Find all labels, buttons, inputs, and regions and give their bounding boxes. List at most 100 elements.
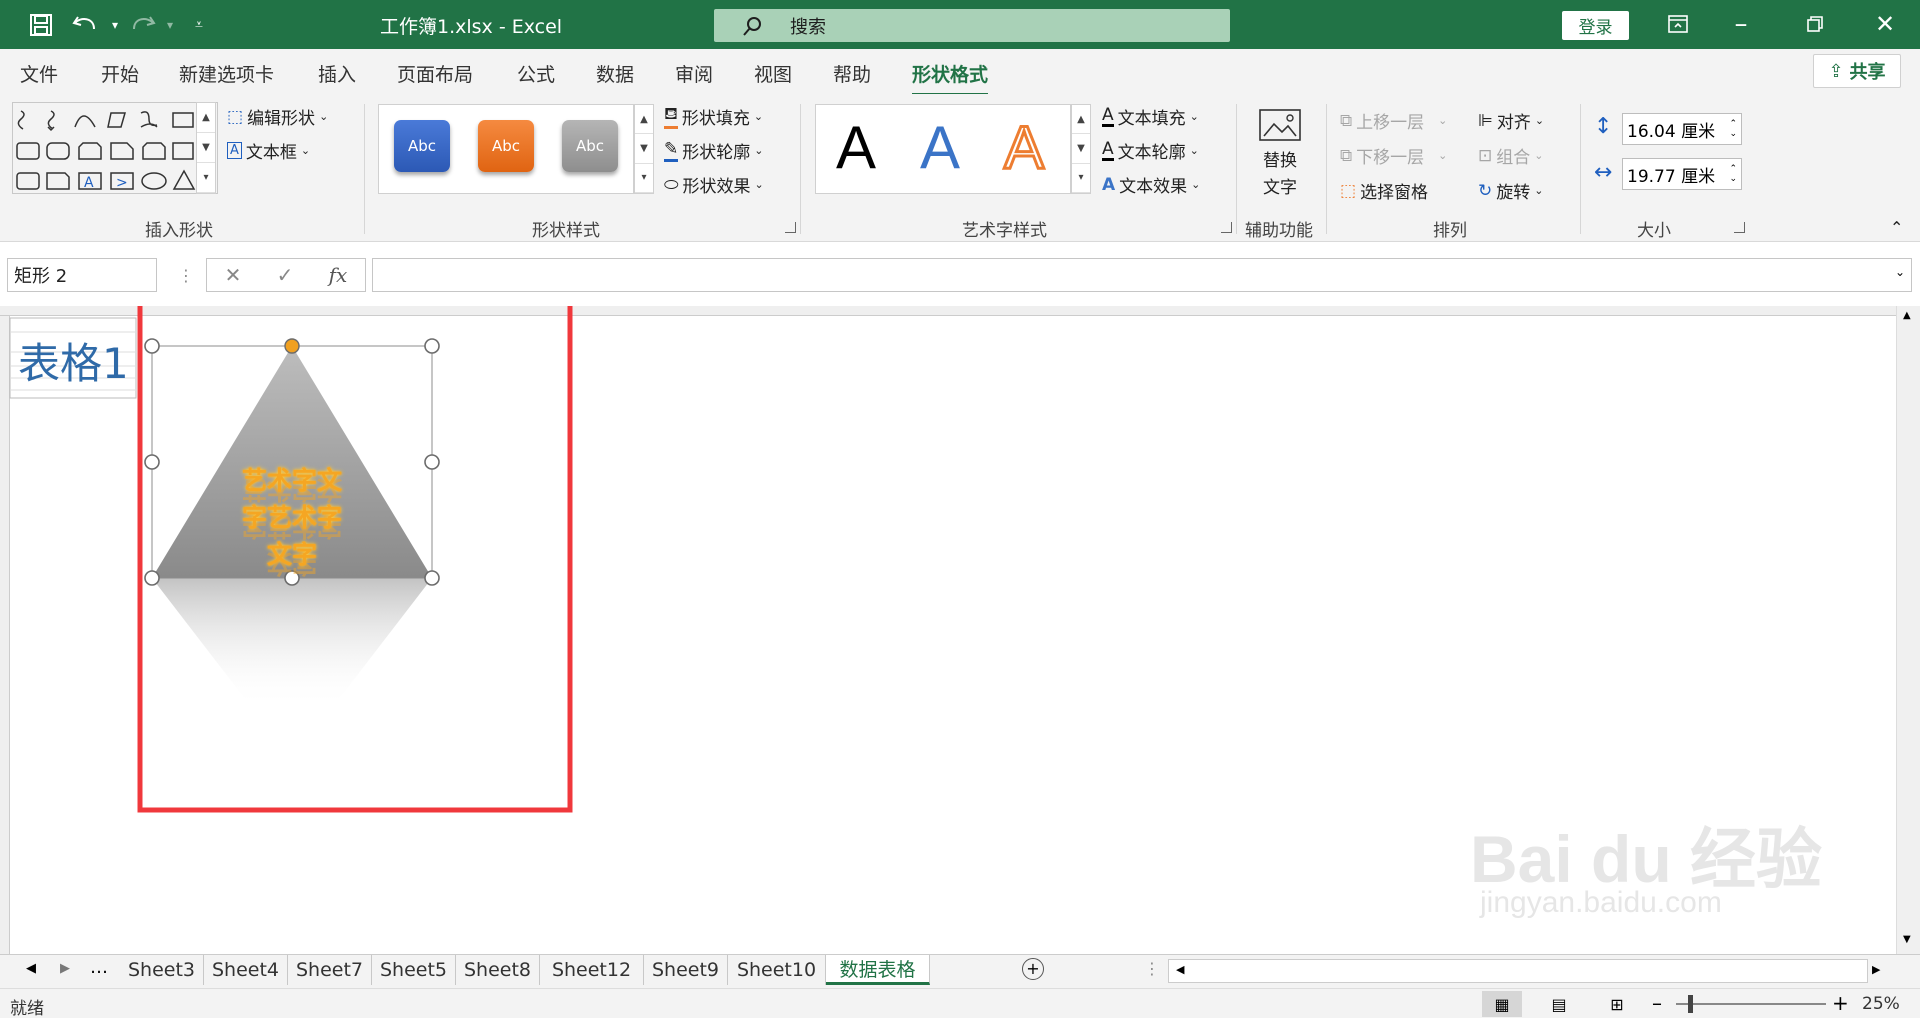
shape-styles-launcher-icon[interactable] <box>785 222 796 233</box>
sheet-tab-active[interactable]: 数据表格 <box>826 955 930 985</box>
sheet-tab[interactable]: Sheet10 <box>728 955 826 985</box>
zoom-level[interactable]: 25% <box>1862 994 1900 1014</box>
shape-effects-button[interactable]: ⬭ 形状效果 ⌄ <box>664 172 764 198</box>
chevron-up-icon[interactable]: ▲ <box>1072 105 1090 135</box>
add-sheet-icon[interactable]: + <box>1022 958 1044 980</box>
alt-text-button[interactable]: 替换 文字 <box>1258 108 1302 198</box>
resize-handle[interactable] <box>144 570 160 586</box>
scroll-up-icon[interactable]: ▲ <box>1903 310 1911 321</box>
share-button[interactable]: ⇪ 共享 <box>1813 54 1901 88</box>
minimize-icon[interactable]: – <box>1721 8 1761 40</box>
resize-handle[interactable] <box>424 570 440 586</box>
scroll-left-icon[interactable]: ◀ <box>1176 963 1184 976</box>
edit-shape-button[interactable]: ⬚ 编辑形状 ⌄ <box>227 104 328 130</box>
next-sheet-icon[interactable]: ▶ <box>60 961 70 976</box>
search-box[interactable]: 搜索 <box>714 9 1230 42</box>
shape-style-gray[interactable]: Abc <box>562 120 618 172</box>
wordart-style-blue[interactable]: A <box>920 118 960 178</box>
enter-icon[interactable]: ✓ <box>277 263 294 287</box>
more-icon[interactable]: ▾ <box>197 163 215 193</box>
tab-new[interactable]: 新建选项卡 <box>179 60 274 87</box>
restore-icon[interactable] <box>1795 8 1835 40</box>
chevron-up-icon[interactable]: ▲ <box>197 103 215 133</box>
prev-sheet-icon[interactable]: ◀ <box>26 961 36 976</box>
chevron-down-icon[interactable]: ▼ <box>635 134 653 164</box>
shape-style-orange[interactable]: Abc <box>478 120 534 172</box>
scroll-down-icon[interactable]: ▼ <box>1903 934 1911 945</box>
undo-icon[interactable] <box>70 10 100 40</box>
zoom-out-icon[interactable]: – <box>1652 991 1662 1015</box>
shape-styles-scroll[interactable]: ▲ ▼ ▾ <box>634 104 654 194</box>
shapes-gallery[interactable]: A > <box>12 102 218 194</box>
shape-style-blue[interactable]: Abc <box>394 120 450 172</box>
wordart-style-black[interactable]: A <box>836 118 876 178</box>
rotate-button[interactable]: ↻ 旋转 ⌄ <box>1478 178 1543 204</box>
textbox-button[interactable]: A 文本框 ⌄ <box>227 138 310 163</box>
tab-help[interactable]: 帮助 <box>833 60 871 87</box>
login-button[interactable]: 登录 <box>1562 11 1629 40</box>
collapse-ribbon-icon[interactable]: ⌃ <box>1890 218 1903 237</box>
tab-view[interactable]: 视图 <box>754 60 792 87</box>
normal-view-icon[interactable]: ▦ <box>1482 991 1522 1017</box>
sheet-tab[interactable]: Sheet8 <box>456 955 540 985</box>
more-sheets-icon[interactable]: … <box>90 957 108 978</box>
sheet-tab[interactable]: Sheet4 <box>204 955 288 985</box>
align-button[interactable]: ⊫ 对齐 ⌄ <box>1478 108 1544 134</box>
scroll-right-icon[interactable]: ▶ <box>1872 963 1880 976</box>
horizontal-scrollbar[interactable] <box>1168 959 1868 983</box>
resize-handle[interactable] <box>424 454 440 470</box>
chevron-down-icon[interactable]: ▼ <box>197 133 215 163</box>
resize-handle[interactable] <box>144 454 160 470</box>
selection-pane-button[interactable]: ⬚ 选择窗格 <box>1340 178 1428 204</box>
expand-formula-icon[interactable]: ⌄ <box>1895 265 1905 279</box>
resize-handle[interactable] <box>144 338 160 354</box>
shapes-gallery-scroll[interactable]: ▲ ▼ ▾ <box>196 102 216 194</box>
chevron-down-icon[interactable]: ▼ <box>1072 134 1090 164</box>
wordart-scroll[interactable]: ▲ ▼ ▾ <box>1071 104 1091 194</box>
worksheet[interactable]: 表格1 艺术字文 字艺术字 文字 文字 字艺术字 艺术字文 Bai du 经验 … <box>0 306 1896 954</box>
sheet-tab[interactable]: Sheet3 <box>120 955 204 985</box>
tab-file[interactable]: 文件 <box>20 60 58 87</box>
tab-shape-format[interactable]: 形状格式 <box>912 60 989 96</box>
text-fill-button[interactable]: A 文本填充 ⌄ <box>1102 104 1199 129</box>
more-icon[interactable]: ▾ <box>635 164 653 193</box>
tab-home[interactable]: 开始 <box>101 60 139 87</box>
vertical-scrollbar[interactable]: ▲ ▼ <box>1896 306 1920 954</box>
width-input[interactable]: 19.77 厘米 ⌃ ⌄ <box>1622 158 1742 190</box>
chevron-up-icon[interactable]: ▲ <box>635 105 653 135</box>
name-box[interactable]: 矩形 2 <box>7 258 157 292</box>
redo-icon[interactable] <box>128 10 158 40</box>
ribbon-display-icon[interactable] <box>1658 8 1698 40</box>
formula-input[interactable]: ⌄ <box>372 258 1912 292</box>
tab-review[interactable]: 审阅 <box>675 60 713 87</box>
zoom-slider-thumb[interactable] <box>1688 995 1693 1013</box>
tab-insert[interactable]: 插入 <box>318 60 356 87</box>
zoom-in-icon[interactable]: + <box>1832 991 1849 1015</box>
close-icon[interactable]: ✕ <box>1865 8 1905 40</box>
more-options-icon[interactable]: ⋮ <box>1144 959 1160 978</box>
sheet-tab[interactable]: Sheet12 <box>540 955 644 985</box>
adjust-handle[interactable] <box>284 338 300 354</box>
height-input[interactable]: 16.04 厘米 ⌃ ⌄ <box>1622 113 1742 145</box>
insert-function-icon[interactable]: fx <box>329 263 348 287</box>
save-icon[interactable] <box>26 10 56 40</box>
zoom-slider[interactable] <box>1676 1003 1826 1005</box>
spinner-icon[interactable]: ⌃ ⌄ <box>1729 119 1737 139</box>
sheet-tab[interactable]: Sheet9 <box>644 955 728 985</box>
sheet-tab[interactable]: Sheet5 <box>372 955 456 985</box>
bring-forward-button[interactable]: ⧉ 上移一层 ⌄ <box>1340 108 1447 134</box>
spinner-icon[interactable]: ⌃ ⌄ <box>1729 164 1737 184</box>
more-options-icon[interactable]: ⋮ <box>178 266 194 285</box>
group-button[interactable]: ⊡ 组合 ⌄ <box>1478 143 1543 169</box>
text-effects-button[interactable]: A 文本效果 ⌄ <box>1102 172 1200 198</box>
chevron-down-icon[interactable]: ▾ <box>155 10 185 40</box>
tab-data[interactable]: 数据 <box>596 60 634 87</box>
tab-formulas[interactable]: 公式 <box>517 60 555 87</box>
chevron-down-icon[interactable]: ▾ <box>100 10 130 40</box>
shape-fill-button[interactable]: ⛾ 形状填充 ⌄ <box>664 104 763 129</box>
sheet-tab[interactable]: Sheet7 <box>288 955 372 985</box>
resize-handle[interactable] <box>424 338 440 354</box>
cancel-icon[interactable]: ✕ <box>225 263 242 287</box>
size-launcher-icon[interactable] <box>1734 222 1745 233</box>
send-backward-button[interactable]: ⧉ 下移一层 ⌄ <box>1340 143 1447 169</box>
